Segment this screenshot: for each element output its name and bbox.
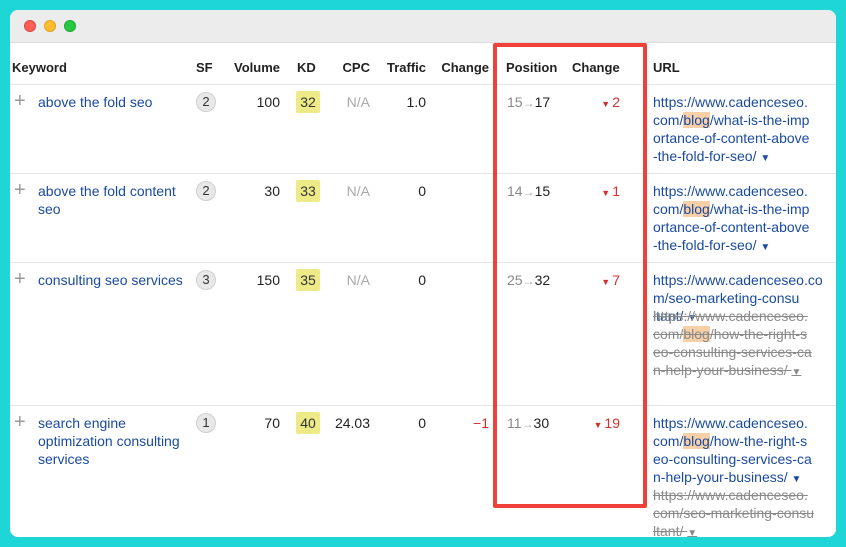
cpc-value: N/A (346, 183, 370, 199)
header-cpc[interactable]: CPC (332, 60, 370, 75)
sf-count-badge[interactable]: 2 (196, 181, 216, 201)
keyword-link[interactable]: above the fold content seo (38, 182, 188, 218)
traffic-value: 0 (418, 272, 426, 288)
header-traffic[interactable]: Traffic (380, 60, 426, 75)
url-part: https://www.cadenceseo. com/seo-marketin… (653, 487, 815, 537)
kd-badge: 33 (296, 180, 320, 202)
url-highlight: blog (683, 112, 710, 128)
sf-count-badge[interactable]: 1 (196, 413, 216, 433)
traffic-value: 1.0 (406, 94, 426, 110)
url-highlight: blog (683, 433, 710, 449)
header-volume[interactable]: Volume (230, 60, 280, 75)
app-window: Keyword SF Volume KD CPC Traffic Change … (10, 10, 836, 537)
traffic-change-value: −1 (473, 415, 489, 431)
url-link[interactable]: https://www.cadenceseo. com/blog/how-the… (653, 414, 833, 489)
header-keyword[interactable]: Keyword (12, 60, 67, 75)
caret-down-icon[interactable]: ▼ (687, 528, 697, 537)
row-divider (10, 173, 836, 174)
url-highlight: blog (683, 326, 710, 342)
expand-row-plus-icon[interactable]: + (14, 180, 26, 200)
expand-row-plus-icon[interactable]: + (14, 269, 26, 289)
sf-count-badge[interactable]: 2 (196, 92, 216, 112)
previous-url-link[interactable]: https://www.cadenceseo. com/seo-marketin… (653, 486, 833, 537)
caret-down-icon[interactable]: ▼ (792, 367, 802, 378)
expand-row-plus-icon[interactable]: + (14, 91, 26, 111)
volume-value: 30 (264, 183, 280, 199)
volume-value: 100 (256, 94, 280, 110)
url-link[interactable]: https://www.cadenceseo. com/blog/what-is… (653, 182, 833, 257)
header-kd[interactable]: KD (297, 60, 316, 75)
keyword-link[interactable]: consulting seo services (38, 271, 188, 289)
caret-down-icon[interactable]: ▼ (760, 242, 770, 253)
volume-value: 70 (264, 415, 280, 431)
row-divider (10, 405, 836, 406)
header-sf[interactable]: SF (196, 60, 213, 75)
url-highlight: blog (683, 201, 710, 217)
cpc-value: 24.03 (334, 415, 370, 431)
row-divider (10, 262, 836, 263)
title-bar (10, 10, 836, 43)
cpc-value: N/A (346, 94, 370, 110)
maximize-window-button[interactable] (64, 20, 76, 32)
kd-badge: 40 (296, 412, 320, 434)
keyword-link[interactable]: above the fold seo (38, 93, 188, 111)
caret-down-icon[interactable]: ▼ (792, 474, 802, 485)
previous-url-link[interactable]: https://www.cadenceseo. com/blog/how-the… (653, 307, 833, 382)
traffic-value: 0 (418, 415, 426, 431)
volume-value: 150 (256, 272, 280, 288)
expand-row-plus-icon[interactable]: + (14, 412, 26, 432)
header-url[interactable]: URL (653, 60, 680, 75)
keyword-link[interactable]: search engine optimization consulting se… (38, 414, 188, 468)
header-divider (10, 84, 836, 85)
url-link[interactable]: https://www.cadenceseo. com/blog/what-is… (653, 93, 833, 168)
kd-badge: 32 (296, 91, 320, 113)
header-change[interactable]: Change (436, 60, 489, 75)
caret-down-icon[interactable]: ▼ (760, 153, 770, 164)
kd-badge: 35 (296, 269, 320, 291)
sf-count-badge[interactable]: 3 (196, 270, 216, 290)
minimize-window-button[interactable] (44, 20, 56, 32)
cpc-value: N/A (346, 272, 370, 288)
close-window-button[interactable] (24, 20, 36, 32)
traffic-value: 0 (418, 183, 426, 199)
position-highlight-box (493, 43, 647, 508)
